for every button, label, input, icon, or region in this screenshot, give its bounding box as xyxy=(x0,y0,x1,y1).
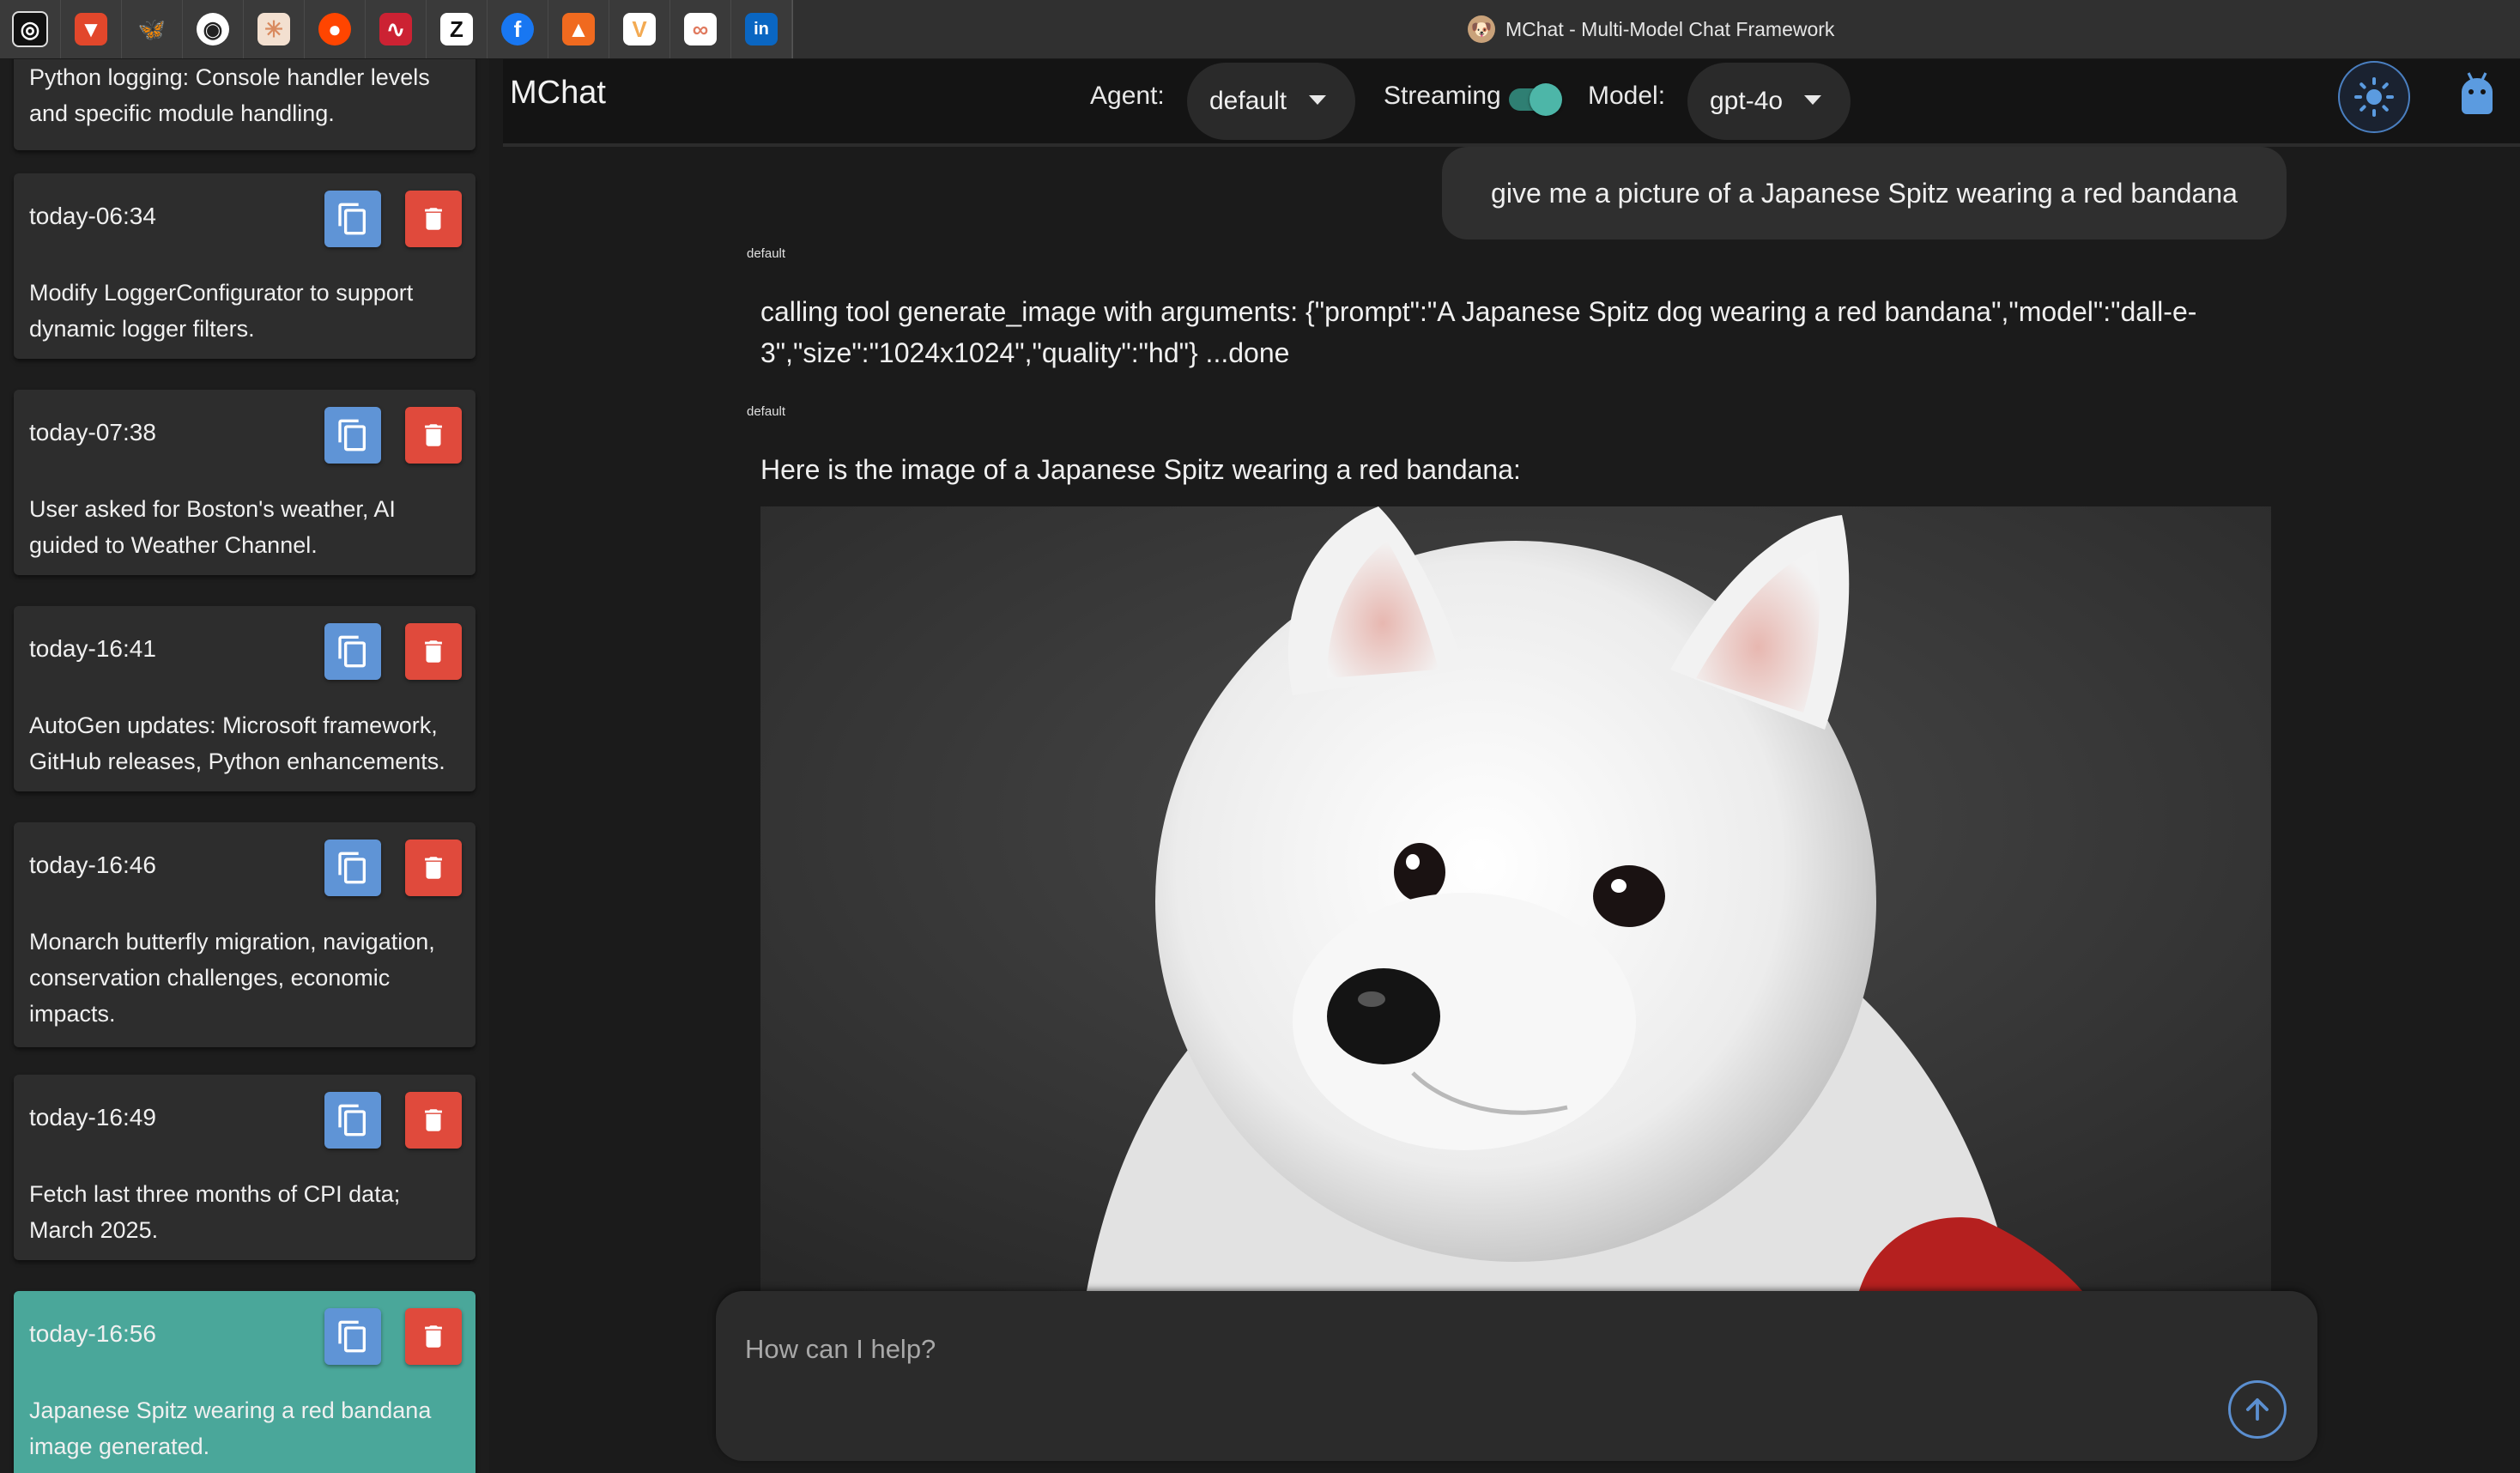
chevron-down-icon xyxy=(1804,95,1821,105)
model-select[interactable]: gpt-4o xyxy=(1687,63,1851,140)
chat-input[interactable] xyxy=(743,1327,2206,1372)
window-title-text: MChat - Multi-Model Chat Framework xyxy=(1505,17,1835,40)
agent-select-value: default xyxy=(1209,87,1287,115)
assistant-message: Here is the image of a Japanese Spitz we… xyxy=(760,454,1521,485)
app-header: MChat Agent: default Streaming Model: gp… xyxy=(503,59,2520,147)
delete-button[interactable] xyxy=(405,623,462,680)
trash-icon xyxy=(425,640,442,663)
claude-icon[interactable]: ✳ xyxy=(244,0,305,58)
copy-icon xyxy=(338,1320,366,1353)
app-title: MChat xyxy=(510,75,606,111)
agent-tag: default xyxy=(747,404,786,419)
model-select-value: gpt-4o xyxy=(1710,87,1784,115)
health-pulse-icon[interactable]: ∿ xyxy=(366,0,427,58)
session-card[interactable]: Python logging: Console handler levels a… xyxy=(14,59,476,150)
vivaldi-icon[interactable]: V xyxy=(609,0,670,58)
copy-button[interactable] xyxy=(324,623,381,680)
session-card[interactable]: today-06:34 Modify LoggerConfigurator to… xyxy=(14,173,476,359)
message-composer xyxy=(716,1291,2317,1461)
session-time: today-16:41 xyxy=(29,635,156,662)
session-summary: Fetch last three months of CPI data; Mar… xyxy=(29,1181,401,1243)
brave-icon[interactable]: ▼ xyxy=(61,0,122,58)
session-card[interactable]: today-16:49 Fetch last three months of C… xyxy=(14,1075,476,1260)
sun-icon xyxy=(2354,77,2394,117)
agent-tag: default xyxy=(747,246,786,261)
chevron-down-icon xyxy=(1309,95,1326,105)
session-summary: AutoGen updates: Microsoft framework, Gi… xyxy=(29,712,445,774)
zed-icon[interactable]: Z xyxy=(427,0,488,58)
linkedin-icon[interactable]: in xyxy=(731,0,792,58)
streaming-toggle[interactable] xyxy=(1505,82,1562,116)
copy-icon xyxy=(338,203,366,235)
delete-button[interactable] xyxy=(405,1092,462,1149)
assistant-message: calling tool generate_image with argumen… xyxy=(760,296,2197,368)
generated-image xyxy=(760,506,2271,1291)
android-bot-icon[interactable] xyxy=(2456,71,2498,118)
model-label: Model: xyxy=(1588,82,1666,110)
favorites-bar: ◎ ▼ 🦋 ◉ ✳ ● ∿ Z f ▲ V ∞ in xyxy=(0,0,793,58)
agent-label: Agent: xyxy=(1090,82,1165,110)
bluesky-icon[interactable]: 🦋 xyxy=(122,0,183,58)
session-time: today-06:34 xyxy=(29,203,156,229)
session-summary: User asked for Boston's weather, AI guid… xyxy=(29,496,396,558)
delete-button[interactable] xyxy=(405,1308,462,1365)
copy-button[interactable] xyxy=(324,840,381,896)
session-summary: Modify LoggerConfigurator to support dyn… xyxy=(29,280,414,342)
session-time: today-16:46 xyxy=(29,852,156,878)
session-time: today-16:56 xyxy=(29,1320,156,1347)
browser-title-bar: ◎ ▼ 🦋 ◉ ✳ ● ∿ Z f ▲ V ∞ in 🐶 MChat - Mul… xyxy=(0,0,2520,59)
delete-button[interactable] xyxy=(405,191,462,247)
copy-button[interactable] xyxy=(324,1092,381,1149)
session-summary: Python logging: Console handler levels a… xyxy=(29,64,430,126)
window-title: 🐶 MChat - Multi-Model Chat Framework xyxy=(1468,0,1834,58)
session-card[interactable]: today-16:46 Monarch butterfly migration,… xyxy=(14,822,476,1047)
session-sidebar: Python logging: Console handler levels a… xyxy=(0,59,489,1473)
theme-toggle-button[interactable] xyxy=(2338,61,2410,133)
session-card-active[interactable]: today-16:56 Japanese Spitz wearing a red… xyxy=(14,1291,476,1473)
github-icon[interactable]: ◉ xyxy=(183,0,244,58)
session-summary: Monarch butterfly migration, navigation,… xyxy=(29,929,435,1027)
copy-icon xyxy=(338,852,366,884)
send-button[interactable] xyxy=(2228,1380,2287,1439)
generated-image-graphic xyxy=(760,506,2271,1291)
session-card[interactable]: today-07:38 User asked for Boston's weat… xyxy=(14,390,476,575)
infinity-icon[interactable]: ∞ xyxy=(670,0,731,58)
openai-icon[interactable]: ◎ xyxy=(0,0,61,58)
delete-button[interactable] xyxy=(405,840,462,896)
copy-icon xyxy=(338,1104,366,1137)
copy-button[interactable] xyxy=(324,1308,381,1365)
app-logo-icon: 🐶 xyxy=(1468,15,1495,43)
session-card[interactable]: today-16:41 AutoGen updates: Microsoft f… xyxy=(14,606,476,791)
session-summary: Japanese Spitz wearing a red bandana ima… xyxy=(29,1397,432,1459)
trash-icon xyxy=(425,1325,442,1348)
aws-icon[interactable]: ▲ xyxy=(548,0,609,58)
reddit-icon[interactable]: ● xyxy=(305,0,366,58)
session-time: today-07:38 xyxy=(29,419,156,446)
trash-icon xyxy=(425,1109,442,1131)
session-time: today-16:49 xyxy=(29,1104,156,1131)
copy-icon xyxy=(338,419,366,452)
trash-icon xyxy=(425,857,442,879)
trash-icon xyxy=(425,424,442,446)
arrow-up-icon xyxy=(2246,1398,2269,1421)
toggle-knob xyxy=(1530,83,1562,116)
copy-button[interactable] xyxy=(324,191,381,247)
streaming-label: Streaming xyxy=(1384,82,1501,110)
trash-icon xyxy=(425,208,442,230)
agent-select[interactable]: default xyxy=(1187,63,1355,140)
copy-button[interactable] xyxy=(324,407,381,464)
delete-button[interactable] xyxy=(405,407,462,464)
copy-icon xyxy=(338,635,366,668)
chat-area: give me a picture of a Japanese Spitz we… xyxy=(503,147,2520,1473)
user-message: give me a picture of a Japanese Spitz we… xyxy=(1442,147,2287,239)
facebook-icon[interactable]: f xyxy=(488,0,548,58)
